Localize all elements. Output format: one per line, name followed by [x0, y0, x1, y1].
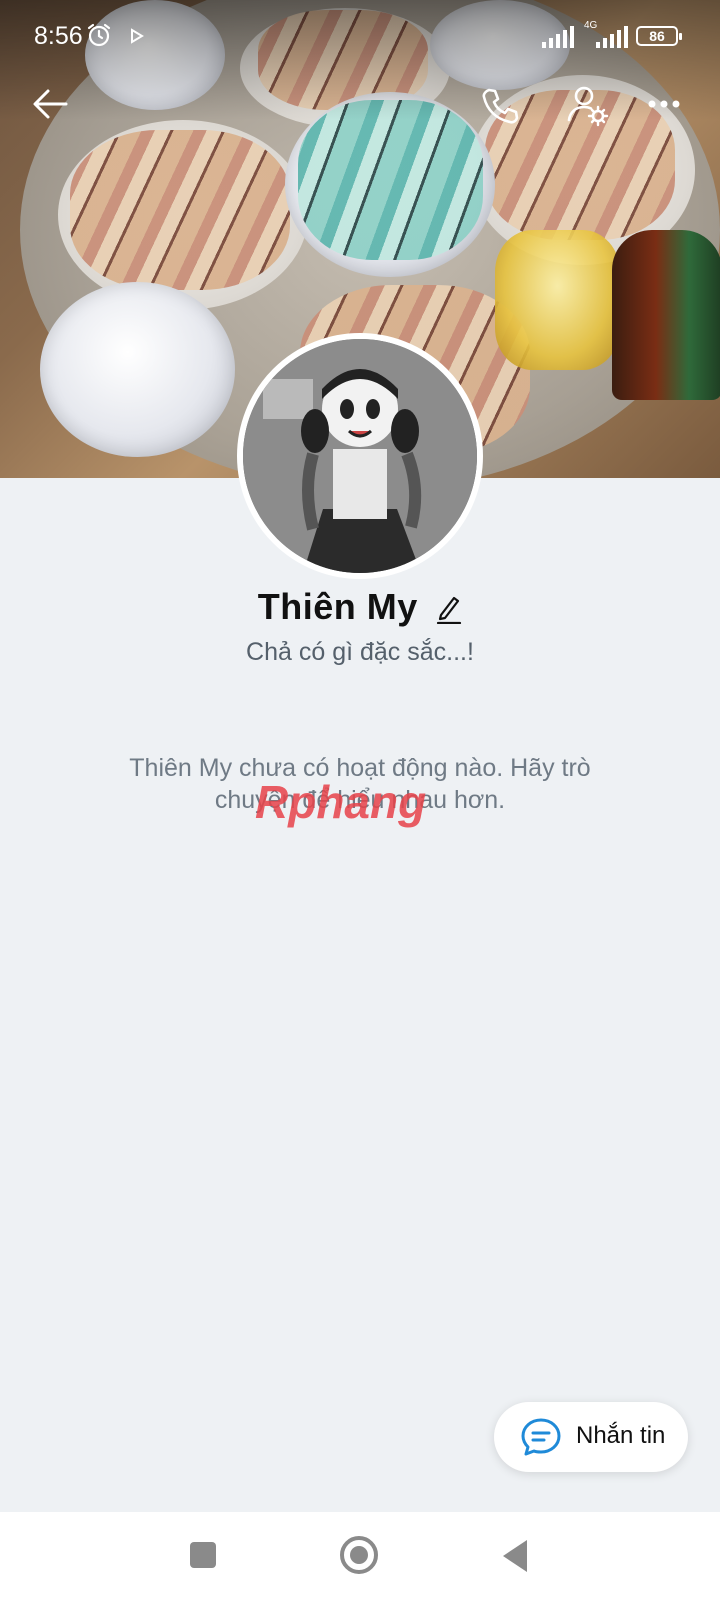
profile-name-row: Thiên My: [0, 586, 720, 629]
chat-bubble-icon: [520, 1417, 562, 1462]
home-icon[interactable]: [340, 1536, 378, 1574]
alarm-icon: [86, 22, 112, 53]
avatar[interactable]: [237, 333, 483, 579]
avatar-illustration: [243, 339, 477, 573]
user-gear-icon[interactable]: [566, 84, 610, 133]
watermark-text: Rphang: [255, 776, 426, 828]
signal-icon-2: [596, 26, 630, 53]
status-time: 8:56: [34, 22, 83, 50]
battery-indicator: 86: [636, 26, 682, 46]
pencil-icon[interactable]: [436, 594, 462, 629]
phone-icon[interactable]: [480, 86, 520, 131]
back-triangle-icon[interactable]: [503, 1540, 527, 1572]
profile-name: Thiên My: [257, 586, 418, 627]
arrow-left-icon[interactable]: [30, 86, 70, 127]
message-button-label: Nhắn tin: [576, 1422, 666, 1449]
system-nav-bar: [0, 1512, 720, 1600]
message-button[interactable]: Nhắn tin: [494, 1402, 688, 1472]
signal-icon: [542, 26, 576, 53]
recent-apps-icon[interactable]: [190, 1542, 216, 1568]
play-store-icon: [130, 28, 144, 49]
status-bar: 8:56 4G 86: [0, 0, 720, 72]
more-dots-icon[interactable]: [648, 86, 680, 127]
profile-bio: Chả có gì đặc sắc...!: [246, 638, 474, 666]
watermark-logo: Rphang: [255, 776, 426, 828]
